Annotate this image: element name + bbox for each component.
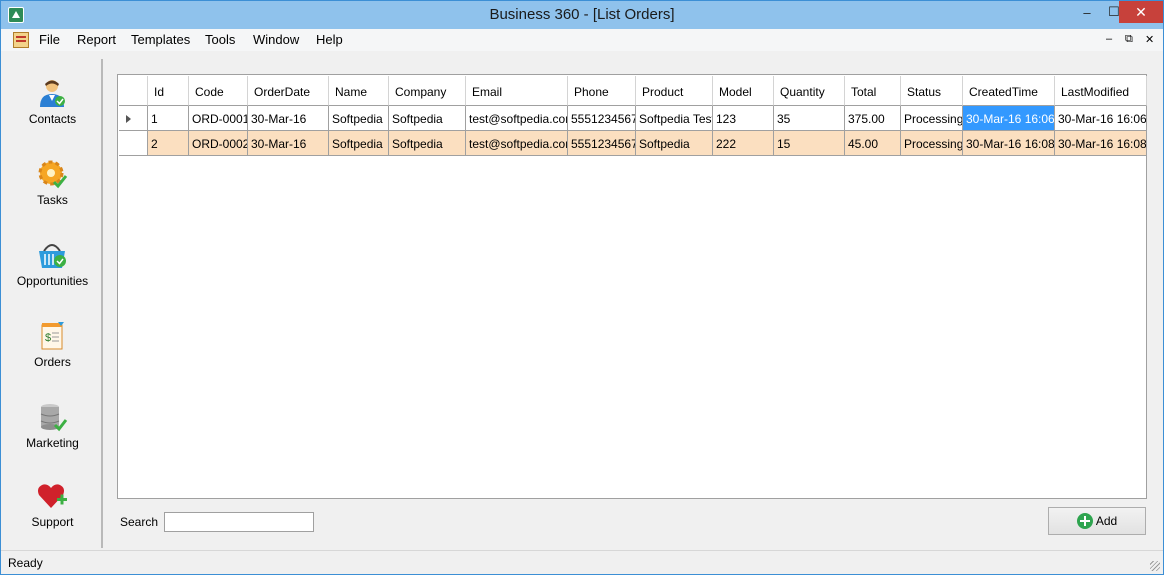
title-bar[interactable]: Business 360 - [List Orders] ‒ ☐ ✕: [1, 1, 1163, 29]
menu-templates[interactable]: Templates: [131, 32, 190, 47]
cell-name[interactable]: Softpedia: [329, 106, 389, 131]
sidebar-item-marketing[interactable]: Marketing: [2, 401, 103, 471]
cell-product[interactable]: Softpedia Test: [636, 106, 713, 131]
cell-id[interactable]: 2: [148, 131, 189, 156]
search-input[interactable]: [164, 512, 314, 532]
cell-lastmodified[interactable]: 30-Mar-16 16:08: [1055, 131, 1147, 156]
column-header-company[interactable]: Company: [389, 76, 466, 106]
minimize-button[interactable]: ‒: [1073, 1, 1101, 23]
svg-text:$: $: [45, 332, 51, 344]
orders-icon: $: [41, 322, 64, 350]
contacts-icon: [40, 80, 65, 107]
column-header-product[interactable]: Product: [636, 76, 713, 106]
column-header-status[interactable]: Status: [901, 76, 963, 106]
menu-report[interactable]: Report: [77, 32, 116, 47]
cell-company[interactable]: Softpedia: [389, 131, 466, 156]
sidebar-item-label: Orders: [34, 355, 71, 369]
mdi-minimize-button[interactable]: –: [1106, 33, 1112, 45]
add-button-label: Add: [1095, 514, 1118, 528]
mdi-restore-button[interactable]: ⧉: [1125, 33, 1133, 46]
cell-quantity[interactable]: 15: [774, 131, 845, 156]
cell-total[interactable]: 45.00: [845, 131, 901, 156]
menu-file[interactable]: File: [39, 32, 60, 47]
column-header-name[interactable]: Name: [329, 76, 389, 106]
sidebar-item-label: Support: [31, 515, 74, 529]
column-header-phone[interactable]: Phone: [568, 76, 636, 106]
cell-createdtime[interactable]: 30-Mar-16 16:08: [963, 131, 1055, 156]
sidebar-item-label: Tasks: [37, 193, 68, 207]
cell-phone[interactable]: 5551234567: [568, 131, 636, 156]
menu-window[interactable]: Window: [253, 32, 299, 47]
cell-model[interactable]: 222: [713, 131, 774, 156]
menu-tools[interactable]: Tools: [205, 32, 235, 47]
corner-header-cell[interactable]: [119, 76, 148, 106]
column-header-lastmodified[interactable]: LastModified: [1055, 76, 1147, 106]
resize-grip[interactable]: [1150, 561, 1160, 571]
column-header-model[interactable]: Model: [713, 76, 774, 106]
column-header-code[interactable]: Code: [189, 76, 248, 106]
cell-id[interactable]: 1: [148, 106, 189, 131]
support-icon: [38, 484, 67, 508]
sidebar-item-label: Contacts: [28, 112, 77, 126]
sidebar-item-support[interactable]: Support: [2, 480, 103, 550]
add-icon: [1076, 513, 1093, 529]
search-label: Search: [120, 515, 159, 529]
close-button[interactable]: ✕: [1119, 1, 1163, 23]
sidebar-item-orders[interactable]: $ Orders: [2, 320, 103, 390]
status-text: Ready: [8, 556, 43, 570]
add-button[interactable]: Add: [1048, 507, 1146, 535]
sidebar-item-contacts[interactable]: Contacts: [2, 77, 103, 147]
column-header-quantity[interactable]: Quantity: [774, 76, 845, 106]
app-window: Business 360 - [List Orders] ‒ ☐ ✕ File …: [0, 0, 1164, 575]
cell-code[interactable]: ORD-0002: [189, 131, 248, 156]
cell-lastmodified[interactable]: 30-Mar-16 16:06: [1055, 106, 1147, 131]
cell-model[interactable]: 123: [713, 106, 774, 131]
window-title: Business 360 - [List Orders]: [489, 6, 675, 23]
menu-help[interactable]: Help: [316, 32, 343, 47]
sidebar: Contacts Tasks Opportunities $ Orders Ma…: [2, 59, 103, 548]
sidebar-item-opportunities[interactable]: Opportunities: [2, 239, 103, 309]
tasks-icon: [38, 160, 68, 189]
marketing-icon: [40, 404, 68, 432]
opportunities-icon: [39, 244, 66, 268]
status-bar: Ready: [1, 550, 1163, 574]
column-header-email[interactable]: Email: [466, 76, 568, 106]
cell-email[interactable]: test@softpedia.com: [466, 131, 568, 156]
sidebar-item-tasks[interactable]: Tasks: [2, 158, 103, 228]
cell-total[interactable]: 375.00: [845, 106, 901, 131]
cell-quantity[interactable]: 35: [774, 106, 845, 131]
column-header-createdtime[interactable]: CreatedTime: [963, 76, 1055, 106]
orders-grid[interactable]: Id Code OrderDate Name Company Email Pho…: [117, 74, 1147, 499]
mdi-close-button[interactable]: ✕: [1145, 33, 1154, 46]
column-header-orderdate[interactable]: OrderDate: [248, 76, 329, 106]
cell-code[interactable]: ORD-0001: [189, 106, 248, 131]
cell-status[interactable]: Processing: [901, 131, 963, 156]
cell-product[interactable]: Softpedia: [636, 131, 713, 156]
list-orders-panel: Id Code OrderDate Name Company Email Pho…: [105, 59, 1163, 548]
cell-orderdate[interactable]: 30-Mar-16: [248, 131, 329, 156]
column-header-total[interactable]: Total: [845, 76, 901, 106]
sidebar-item-label: Opportunities: [16, 274, 89, 288]
row-header-1[interactable]: [119, 106, 148, 131]
cell-email[interactable]: test@softpedia.com: [466, 106, 568, 131]
cell-orderdate[interactable]: 30-Mar-16: [248, 106, 329, 131]
cell-createdtime[interactable]: 30-Mar-16 16:06: [963, 106, 1055, 131]
cell-phone[interactable]: 5551234567: [568, 106, 636, 131]
column-header-id[interactable]: Id: [148, 76, 189, 106]
row-header-2[interactable]: [119, 131, 148, 156]
document-menu-icon[interactable]: [13, 32, 29, 48]
cell-company[interactable]: Softpedia: [389, 106, 466, 131]
cell-name[interactable]: Softpedia: [329, 131, 389, 156]
sidebar-item-label: Marketing: [26, 436, 79, 450]
cell-status[interactable]: Processing: [901, 106, 963, 131]
menu-bar: File Report Templates Tools Window Help …: [1, 29, 1163, 51]
